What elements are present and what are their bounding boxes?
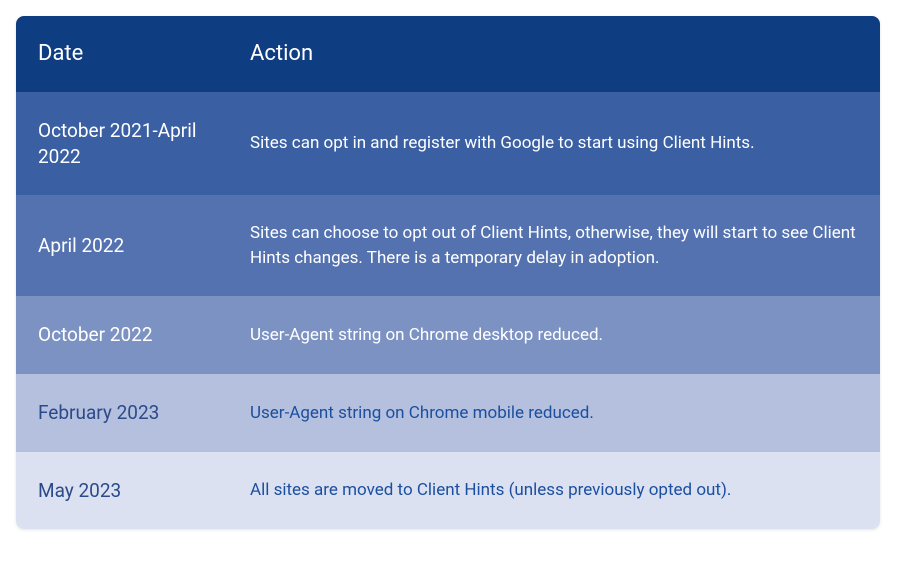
- cell-date: April 2022: [16, 207, 250, 285]
- cell-action: Sites can choose to opt out of Client Hi…: [250, 195, 880, 296]
- table-row: October 2021-April 2022 Sites can opt in…: [16, 92, 880, 195]
- table-row: February 2023 User-Agent string on Chrom…: [16, 374, 880, 452]
- cell-date: October 2021-April 2022: [16, 92, 250, 195]
- cell-date: October 2022: [16, 296, 250, 374]
- cell-date: February 2023: [16, 374, 250, 452]
- table-row: May 2023 All sites are moved to Client H…: [16, 452, 880, 530]
- cell-date: May 2023: [16, 452, 250, 530]
- cell-action: Sites can opt in and register with Googl…: [250, 105, 880, 182]
- table-header-row: Date Action: [16, 16, 880, 92]
- header-date: Date: [16, 17, 250, 91]
- table-row: April 2022 Sites can choose to opt out o…: [16, 195, 880, 296]
- timeline-table: Date Action October 2021-April 2022 Site…: [16, 16, 880, 529]
- table-row: October 2022 User-Agent string on Chrome…: [16, 296, 880, 374]
- cell-action: All sites are moved to Client Hints (unl…: [250, 452, 880, 529]
- cell-action: User-Agent string on Chrome desktop redu…: [250, 297, 880, 374]
- cell-action: User-Agent string on Chrome mobile reduc…: [250, 375, 880, 452]
- header-action: Action: [250, 16, 880, 92]
